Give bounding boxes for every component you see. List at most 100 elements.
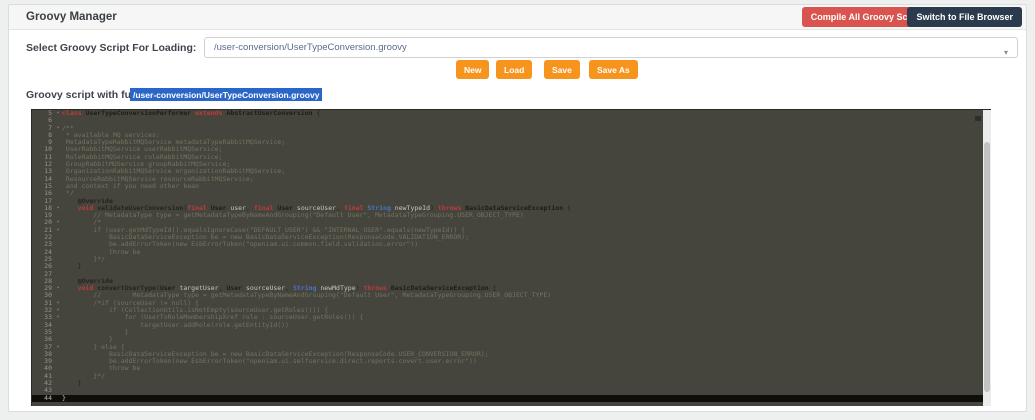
code-line-text: targetUser.addRole(role.getEntityId()) xyxy=(62,322,991,329)
code-line-text: ResourceRabbitMQService resourceRabbitMQ… xyxy=(62,176,991,183)
load-button[interactable]: Load xyxy=(496,60,532,79)
fold-spacer xyxy=(54,249,62,256)
code-line[interactable]: 25 }*/ xyxy=(32,256,991,263)
fold-spacer xyxy=(54,241,62,248)
code-line-text: /** xyxy=(62,125,991,132)
fold-marker-icon[interactable]: ▾ xyxy=(54,110,62,117)
code-line-text: throw be xyxy=(62,365,991,372)
page-title: Groovy Manager xyxy=(26,11,117,23)
fold-marker-icon[interactable]: ▾ xyxy=(54,125,62,132)
fold-spacer xyxy=(54,336,62,343)
code-line[interactable]: 36 } xyxy=(32,336,991,343)
fold-marker-icon[interactable]: ▾ xyxy=(54,285,62,292)
new-button[interactable]: New xyxy=(456,60,489,79)
fold-marker-icon[interactable]: ▾ xyxy=(54,307,62,314)
fold-spacer xyxy=(54,256,62,263)
code-line-text: }*/ xyxy=(62,373,991,380)
save-button[interactable]: Save xyxy=(544,60,580,79)
fold-marker-icon[interactable]: ▾ xyxy=(54,205,62,212)
code-line[interactable]: 23 be.addErrorToken(new EsbErrorToken("o… xyxy=(32,241,991,248)
code-line[interactable]: 40 throw be xyxy=(32,365,991,372)
fold-spacer xyxy=(54,168,62,175)
fold-spacer xyxy=(54,176,62,183)
code-line[interactable]: 27 xyxy=(32,271,991,278)
code-line-text xyxy=(62,117,991,124)
code-line[interactable]: 44} xyxy=(32,395,991,402)
code-line[interactable]: 6 xyxy=(32,117,991,124)
editor-overview-marker-icon xyxy=(975,116,981,121)
fold-spacer xyxy=(54,183,62,190)
full-path-value: /user-conversion/UserTypeConversion.groo… xyxy=(130,88,322,101)
fold-spacer xyxy=(54,234,62,241)
fold-spacer xyxy=(54,263,62,270)
fold-spacer xyxy=(54,190,62,197)
editor-vertical-scrollbar[interactable] xyxy=(983,110,991,406)
switch-to-file-browser-button[interactable]: Switch to File Browser xyxy=(907,7,1022,27)
fold-marker-icon[interactable]: ▾ xyxy=(54,314,62,321)
code-line-text: } xyxy=(62,380,991,387)
code-line-text xyxy=(62,387,991,394)
fold-spacer xyxy=(54,329,62,336)
fold-spacer xyxy=(54,278,62,285)
fold-spacer xyxy=(54,380,62,387)
fold-spacer xyxy=(54,292,62,299)
code-line-text: be.addErrorToken(new EsbErrorToken("open… xyxy=(62,358,991,365)
fold-spacer xyxy=(54,271,62,278)
code-line-text: be.addErrorToken(new EsbErrorToken("open… xyxy=(62,241,991,248)
code-line[interactable]: 39 be.addErrorToken(new EsbErrorToken("o… xyxy=(32,358,991,365)
panel-header: Groovy Manager Compile All Groovy Script… xyxy=(9,5,1026,30)
fold-spacer xyxy=(54,132,62,139)
code-line[interactable]: 26 } xyxy=(32,263,991,270)
fold-spacer xyxy=(54,161,62,168)
fold-marker-icon[interactable]: ▾ xyxy=(54,300,62,307)
fold-spacer xyxy=(54,154,62,161)
code-line-text: // MetadataType type = getMetadataTypeBy… xyxy=(62,292,991,299)
fold-spacer xyxy=(54,365,62,372)
fold-spacer xyxy=(54,198,62,205)
code-line[interactable]: 34 targetUser.addRole(role.getEntityId()… xyxy=(32,322,991,329)
fold-spacer xyxy=(54,395,62,402)
fold-marker-icon[interactable]: ▾ xyxy=(54,219,62,226)
code-line[interactable]: 7▾/** xyxy=(32,125,991,132)
fold-spacer xyxy=(54,387,62,394)
code-line[interactable]: 41 }*/ xyxy=(32,373,991,380)
code-editor-lines[interactable]: 5▾class UserTypeConversionPerformer exte… xyxy=(32,110,991,402)
save-as-button[interactable]: Save As xyxy=(589,60,638,79)
code-line-text: } xyxy=(62,263,991,270)
fold-spacer xyxy=(54,351,62,358)
code-line-text: class UserTypeConversionPerformer extend… xyxy=(62,110,991,117)
fold-marker-icon[interactable]: ▾ xyxy=(54,344,62,351)
code-line-text: throw be xyxy=(62,249,991,256)
line-number: 44 xyxy=(32,395,54,402)
code-line[interactable]: 42 } xyxy=(32,380,991,387)
code-line[interactable]: 19 // MetadataType type = getMetadataTyp… xyxy=(32,212,991,219)
code-line-text: // MetadataType type = getMetadataTypeBy… xyxy=(62,212,991,219)
fold-spacer xyxy=(54,322,62,329)
code-line[interactable]: 15 and context if you need other bean xyxy=(32,183,991,190)
code-line-text: */ xyxy=(62,190,991,197)
code-line[interactable]: 35 } xyxy=(32,329,991,336)
fold-marker-icon[interactable]: ▾ xyxy=(54,227,62,234)
fold-spacer xyxy=(54,358,62,365)
fold-spacer xyxy=(54,139,62,146)
code-line[interactable]: 16 */ xyxy=(32,190,991,197)
editor-scrollbar-thumb[interactable] xyxy=(984,142,990,392)
chevron-down-icon: ▾ xyxy=(1004,43,1008,62)
code-line-text: }*/ xyxy=(62,256,991,263)
fold-spacer xyxy=(54,117,62,124)
code-line[interactable]: 5▾class UserTypeConversionPerformer exte… xyxy=(32,110,991,117)
select-script-label: Select Groovy Script For Loading: xyxy=(26,42,196,54)
code-line-text: } xyxy=(62,329,991,336)
fold-spacer xyxy=(54,146,62,153)
script-select-value: /user-conversion/UserTypeConversion.groo… xyxy=(214,42,407,53)
code-line[interactable]: 24 throw be xyxy=(32,249,991,256)
code-line-text: } xyxy=(62,336,991,343)
script-select-dropdown[interactable]: /user-conversion/UserTypeConversion.groo… xyxy=(204,37,1018,58)
code-line-text: } xyxy=(62,395,991,402)
code-editor[interactable]: 5▾class UserTypeConversionPerformer exte… xyxy=(31,109,991,406)
code-line-text: and context if you need other bean xyxy=(62,183,991,190)
fold-spacer xyxy=(54,373,62,380)
code-line-text xyxy=(62,271,991,278)
groovy-manager-panel: Groovy Manager Compile All Groovy Script… xyxy=(8,4,1027,412)
code-line[interactable]: 43 xyxy=(32,387,991,394)
